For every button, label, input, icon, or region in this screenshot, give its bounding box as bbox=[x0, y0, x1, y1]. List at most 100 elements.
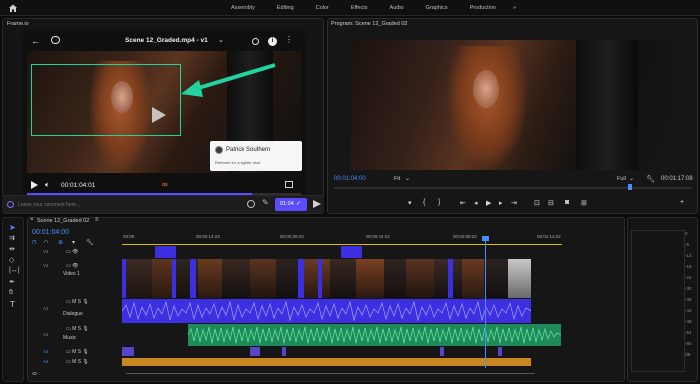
marker-icon[interactable]: ▾ bbox=[72, 239, 75, 246]
toggle-output-icon[interactable]: ▭ 👁︎ bbox=[66, 249, 78, 255]
fullscreen-icon[interactable] bbox=[285, 181, 293, 188]
extract-icon[interactable]: ⊟ bbox=[548, 199, 554, 207]
mute-solo-icon[interactable]: ▭ M S 🎙︎ bbox=[66, 359, 89, 365]
hand-tool-icon[interactable]: ✋︎ bbox=[9, 289, 13, 297]
lift-icon[interactable]: ⊡ bbox=[534, 199, 540, 207]
video-clip[interactable] bbox=[122, 259, 152, 298]
add-marker-icon[interactable]: ▾ bbox=[408, 199, 412, 207]
video-clip[interactable] bbox=[462, 259, 484, 298]
close-icon[interactable]: × bbox=[30, 217, 34, 223]
video-clip[interactable] bbox=[198, 259, 222, 298]
comment-popup[interactable]: Patrick Southern Reframe for a tighter s… bbox=[210, 141, 302, 171]
sfx-clip[interactable] bbox=[122, 347, 134, 356]
comment-marker[interactable] bbox=[341, 246, 362, 258]
nest-icon[interactable]: ⊕ bbox=[58, 239, 63, 246]
comparison-view-icon[interactable]: ⊞ bbox=[581, 199, 587, 207]
mark-out-icon[interactable]: } bbox=[438, 199, 440, 206]
chevron-down-icon[interactable]: ⌄ bbox=[405, 175, 410, 182]
ambience-audio-clip[interactable] bbox=[122, 358, 531, 366]
video-clip[interactable] bbox=[406, 259, 434, 298]
chevron-down-icon[interactable]: ⌄ bbox=[218, 36, 224, 44]
comment-region[interactable] bbox=[172, 259, 176, 298]
home-icon[interactable] bbox=[8, 3, 18, 13]
dialogue-audio-clip[interactable] bbox=[122, 299, 531, 323]
video-clip[interactable] bbox=[302, 259, 330, 298]
video-clip[interactable] bbox=[250, 259, 276, 298]
fit-dropdown[interactable]: Fit bbox=[394, 176, 400, 182]
tab-effects[interactable]: Effects bbox=[340, 0, 379, 16]
comment-region[interactable] bbox=[318, 259, 322, 298]
comment-input[interactable] bbox=[18, 199, 240, 211]
tab-production[interactable]: Production bbox=[459, 0, 507, 16]
mute-solo-icon[interactable]: ▭ M S 🎙︎ bbox=[66, 326, 89, 332]
comment-marker[interactable] bbox=[155, 246, 176, 258]
chevron-down-icon[interactable]: ⌄ bbox=[629, 175, 634, 182]
quality-dropdown[interactable]: Full bbox=[617, 176, 626, 182]
tab-audio[interactable]: Audio bbox=[379, 0, 415, 16]
sfx-clip[interactable] bbox=[282, 347, 286, 356]
type-tool-icon[interactable]: T bbox=[10, 300, 15, 309]
program-scrub-bar[interactable] bbox=[334, 187, 692, 189]
playhead-handle[interactable] bbox=[482, 236, 489, 241]
pen-tool-icon[interactable]: ✒ bbox=[9, 278, 15, 286]
status-circle-icon[interactable] bbox=[252, 38, 259, 45]
link-icon[interactable]: ∞ bbox=[162, 180, 168, 189]
timeline-scrollbar[interactable] bbox=[32, 371, 622, 376]
emoji-icon[interactable] bbox=[247, 200, 255, 208]
mute-solo-icon[interactable]: ▭ M S 🎙︎ bbox=[66, 349, 89, 355]
toggle-output-icon[interactable]: ▭ 👁︎ bbox=[66, 263, 78, 269]
program-playhead[interactable] bbox=[628, 184, 632, 190]
timeline-playhead[interactable] bbox=[485, 238, 486, 368]
track-select-tool-icon[interactable]: ⇉ bbox=[9, 234, 15, 242]
draw-icon[interactable]: ✎ bbox=[262, 198, 269, 207]
video-clip[interactable] bbox=[508, 259, 531, 298]
add-button-icon[interactable]: + bbox=[680, 199, 684, 206]
program-video-frame[interactable] bbox=[351, 40, 673, 170]
step-forward-icon[interactable]: ▸ bbox=[499, 199, 503, 207]
tab-editing[interactable]: Editing bbox=[266, 0, 305, 16]
tab-graphics[interactable]: Graphics bbox=[415, 0, 459, 16]
linked-selection-icon[interactable]: ∩ bbox=[44, 239, 48, 245]
info-icon[interactable]: i bbox=[268, 37, 277, 46]
play-icon[interactable] bbox=[31, 181, 38, 189]
ripple-tool-icon[interactable]: ⇹ bbox=[9, 245, 15, 253]
tab-color[interactable]: Color bbox=[305, 0, 340, 16]
comment-bubble-icon[interactable] bbox=[51, 36, 60, 44]
go-to-out-icon[interactable]: ⇥ bbox=[511, 199, 517, 207]
go-to-in-icon[interactable]: ⇤ bbox=[460, 199, 466, 207]
play-overlay-icon[interactable] bbox=[152, 107, 166, 123]
selection-tool-icon[interactable]: ➤ bbox=[9, 223, 16, 232]
sfx-clip[interactable] bbox=[250, 347, 260, 356]
wrench-icon[interactable]: 🔧︎ bbox=[646, 175, 655, 183]
comment-region[interactable] bbox=[298, 259, 304, 298]
tab-assembly[interactable]: Assembly bbox=[220, 0, 266, 16]
music-audio-clip[interactable] bbox=[188, 324, 561, 346]
more-options-icon[interactable]: ⋮ bbox=[285, 35, 293, 44]
video-clip[interactable] bbox=[384, 259, 406, 298]
mute-solo-icon[interactable]: ▭ M S 🎙︎ bbox=[66, 299, 89, 305]
step-back-icon[interactable]: ◂ bbox=[474, 199, 478, 207]
play-icon[interactable]: ▶ bbox=[486, 199, 491, 207]
comment-region[interactable] bbox=[448, 259, 453, 298]
slip-tool-icon[interactable]: |↔| bbox=[9, 267, 20, 274]
volume-icon[interactable]: 🔈︎ bbox=[45, 180, 50, 190]
snap-icon[interactable]: ⊓ bbox=[32, 239, 37, 246]
sfx-clip[interactable] bbox=[498, 347, 502, 356]
send-icon[interactable] bbox=[313, 200, 321, 208]
video-clip[interactable] bbox=[222, 259, 250, 298]
comment-region[interactable] bbox=[122, 259, 126, 298]
mark-in-icon[interactable]: { bbox=[423, 199, 425, 206]
sfx-clip[interactable] bbox=[440, 347, 444, 356]
work-area-bar[interactable] bbox=[122, 244, 562, 245]
time-toggle-icon[interactable] bbox=[7, 201, 14, 208]
video-clip[interactable] bbox=[330, 259, 356, 298]
send-timecode-button[interactable]: 01:04 ✓ bbox=[275, 198, 307, 211]
back-arrow-icon[interactable]: ← bbox=[31, 36, 40, 46]
video-clip[interactable] bbox=[356, 259, 384, 298]
video-clip[interactable] bbox=[484, 259, 508, 298]
timeline-wrench-icon[interactable]: 🔧︎ bbox=[86, 239, 94, 246]
more-tabs-icon[interactable]: » bbox=[507, 0, 522, 16]
razor-tool-icon[interactable]: ◇ bbox=[9, 256, 14, 264]
comment-region[interactable] bbox=[190, 259, 196, 298]
export-frame-icon[interactable]: ◙ bbox=[565, 199, 569, 206]
